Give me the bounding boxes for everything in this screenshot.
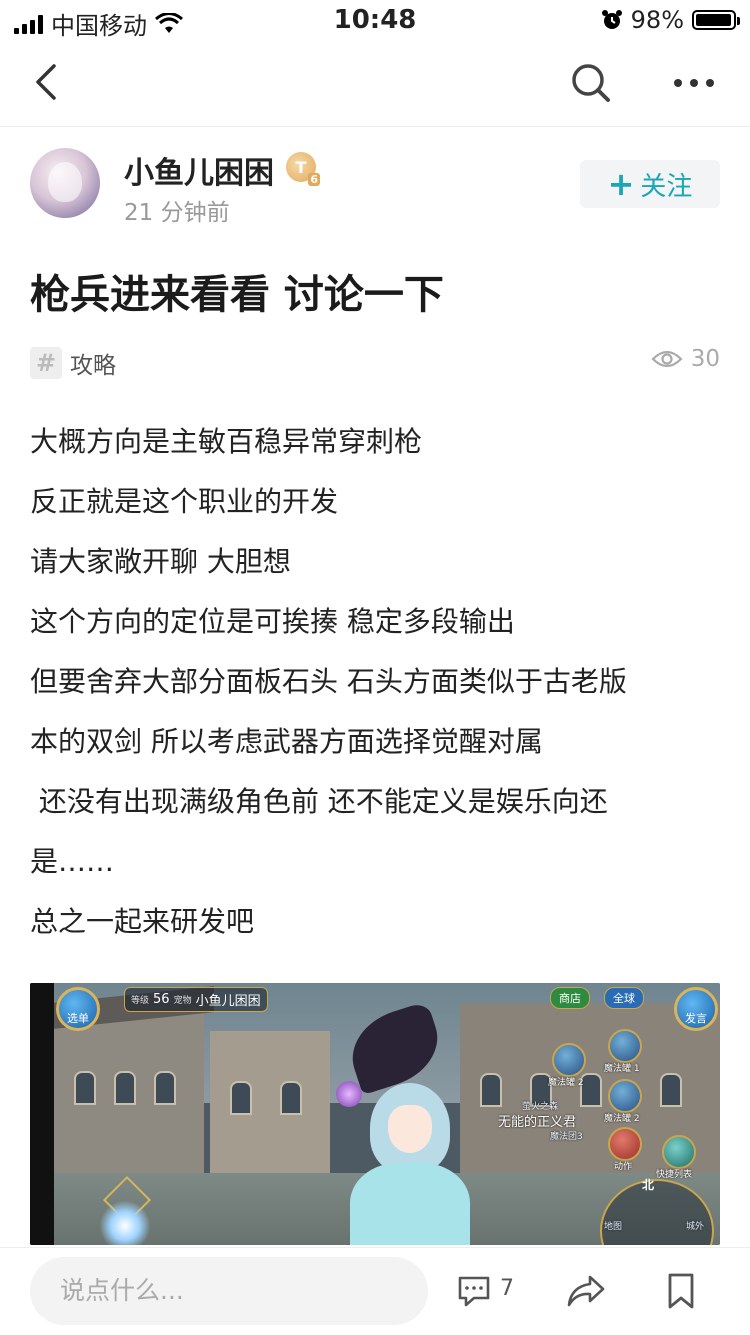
game-npc-name: 无能的正义君 bbox=[498, 1115, 577, 1130]
game-skill-icon bbox=[662, 1135, 696, 1169]
battery-icon bbox=[692, 10, 740, 30]
game-map-left-label: 地图 bbox=[604, 1222, 623, 1232]
body-line: 总之一起来研发吧 bbox=[30, 905, 255, 938]
nav-bar bbox=[0, 40, 750, 127]
game-level-suffix: 宠物 bbox=[173, 996, 192, 1006]
follow-label: 关注 bbox=[640, 171, 693, 202]
game-compass-north: 北 bbox=[642, 1178, 655, 1192]
comment-count: 7 bbox=[500, 1276, 514, 1301]
body-line: 本的双剑 所以考虑武器方面选择觉醒对属 bbox=[30, 725, 543, 758]
game-player-name: 小鱼儿困困 bbox=[195, 994, 261, 1009]
plus-icon: + bbox=[607, 165, 635, 203]
level-badge-icon: T 6 bbox=[286, 152, 320, 186]
comment-input[interactable]: 说点什么... bbox=[30, 1257, 428, 1325]
share-icon[interactable] bbox=[566, 1274, 606, 1308]
battery-fill bbox=[696, 14, 731, 26]
status-bar: 中国移动 10:48 98% bbox=[0, 0, 750, 40]
body-line: 这个方向的定位是可挨揍 稳定多段输出 bbox=[30, 605, 515, 638]
game-skill-label: 动作 bbox=[614, 1162, 633, 1172]
body-line: 还没有出现满级角色前 还不能定义是娱乐向还 bbox=[30, 785, 608, 818]
game-level-value: 56 bbox=[153, 992, 170, 1007]
search-icon[interactable] bbox=[568, 60, 614, 106]
body-line: 反正就是这个职业的开发 bbox=[30, 485, 339, 518]
post-body: 大概方向是主敏百稳异常穿刺枪 反正就是这个职业的开发 请大家敞开聊 大胆想 这个… bbox=[30, 412, 720, 952]
image-building bbox=[210, 1031, 330, 1181]
game-menu-button: 选单 bbox=[56, 987, 100, 1031]
status-right: 98% bbox=[601, 6, 740, 34]
body-line: 请大家敞开聊 大胆想 bbox=[30, 545, 291, 578]
comment-icon[interactable] bbox=[456, 1274, 492, 1308]
chevron-left-icon[interactable] bbox=[28, 60, 72, 104]
game-skill-label: 快捷列表 bbox=[656, 1170, 693, 1180]
avatar[interactable] bbox=[30, 148, 100, 218]
more-horizontal-icon[interactable] bbox=[670, 60, 718, 106]
bookmark-icon[interactable] bbox=[666, 1272, 696, 1310]
post-time: 21 分钟前 bbox=[124, 200, 230, 226]
view-count: 30 bbox=[651, 346, 720, 372]
game-world-button: 全球 bbox=[604, 987, 644, 1009]
game-skill-label: 魔法罐 2 bbox=[604, 1114, 640, 1124]
game-dpad bbox=[70, 1175, 180, 1245]
game-character bbox=[330, 1000, 490, 1245]
game-map-right-label: 城外 bbox=[686, 1222, 705, 1232]
post-image[interactable]: 选单 等级 56 宠物 小鱼儿困困 商店 全球 发言 魔法罐 2 魔法罐 1 魔… bbox=[30, 983, 720, 1245]
game-skill-label: 魔法罐 1 bbox=[604, 1064, 640, 1074]
follow-button[interactable]: + 关注 bbox=[580, 160, 720, 208]
author-name[interactable]: 小鱼儿困困 bbox=[124, 148, 274, 192]
game-skill-icon bbox=[608, 1029, 642, 1063]
bottom-bar: 说点什么... 7 bbox=[0, 1247, 750, 1335]
game-skill-icon bbox=[608, 1079, 642, 1113]
game-shop-button: 商店 bbox=[550, 987, 590, 1009]
game-chat-button: 发言 bbox=[674, 987, 718, 1031]
game-npc-team: 魔法团3 bbox=[550, 1132, 583, 1142]
game-player-info: 等级 56 宠物 小鱼儿困困 bbox=[124, 987, 268, 1012]
level-badge-letter: T bbox=[295, 157, 307, 177]
image-building bbox=[54, 1011, 204, 1191]
post-title: 枪兵进来看看 讨论一下 bbox=[30, 272, 444, 318]
eye-icon bbox=[651, 350, 683, 368]
alarm-icon bbox=[601, 10, 622, 29]
game-skill-icon bbox=[608, 1127, 642, 1161]
game-skill-label: 魔法罐 2 bbox=[548, 1078, 584, 1088]
view-count-value: 30 bbox=[690, 346, 720, 372]
body-line: 是…… bbox=[30, 845, 115, 878]
game-level-label: 等级 bbox=[131, 996, 150, 1006]
image-edge bbox=[30, 983, 54, 1245]
hash-icon: # bbox=[30, 347, 62, 379]
post-tag[interactable]: # 攻略 bbox=[30, 346, 116, 380]
body-line: 但要舍弃大部分面板石头 石头方面类似于古老版 bbox=[30, 665, 627, 698]
level-badge-number: 6 bbox=[308, 173, 320, 186]
body-line: 大概方向是主敏百稳异常穿刺枪 bbox=[30, 425, 423, 458]
game-skill-icon bbox=[552, 1043, 586, 1077]
battery-percent: 98% bbox=[630, 6, 684, 34]
tag-label: 攻略 bbox=[70, 353, 116, 379]
